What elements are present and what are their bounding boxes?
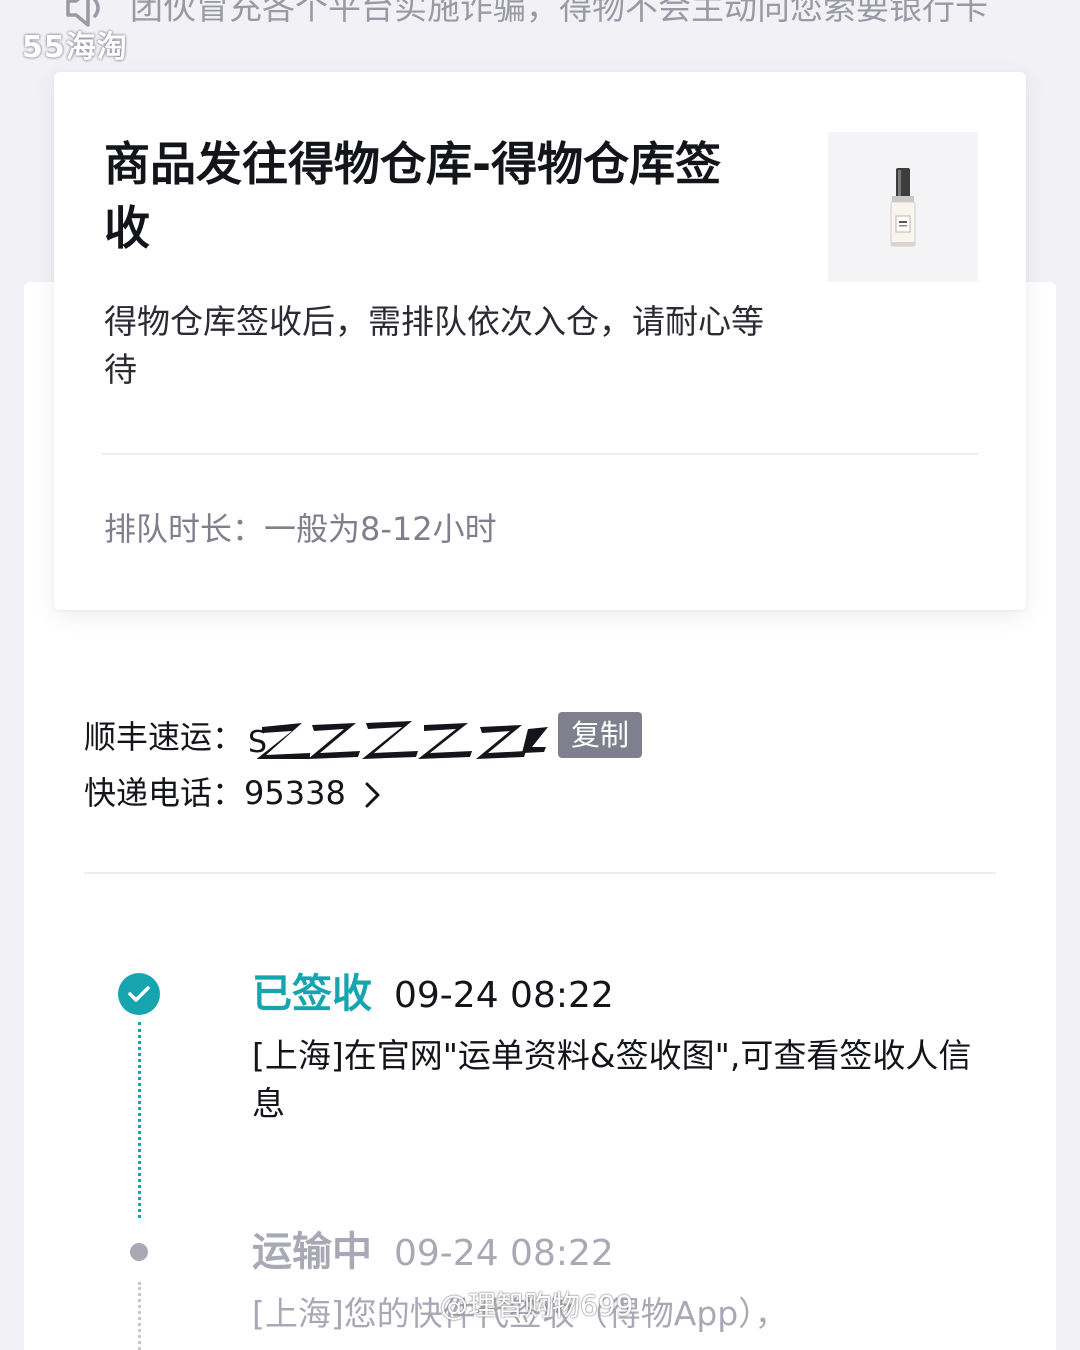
queue-label: 排队时长： bbox=[104, 510, 265, 548]
scribble-mark bbox=[256, 721, 549, 759]
delivered-check-icon bbox=[118, 973, 160, 1015]
courier-phone-value: 95338 bbox=[244, 774, 346, 812]
chevron-right-icon bbox=[365, 782, 380, 808]
timeline-status: 运输中 bbox=[252, 1229, 372, 1275]
redacted-tracking-number: S bbox=[248, 721, 549, 759]
courier-phone-label: 快递电话： bbox=[84, 774, 245, 812]
status-description: 得物仓库签收后，需排队依次入仓，请耐心等待 bbox=[104, 302, 764, 389]
timeline-time: 09-24 08:22 bbox=[394, 975, 614, 1016]
watermark-text: @理智购物699 bbox=[440, 1289, 634, 1322]
logistics-page: 团伙冒充各个平台实施诈骗，得物不会主动向您索要银行卡 55海淘 商品发往得物仓库… bbox=[0, 0, 1080, 1350]
watermark-logo: 55海淘 bbox=[22, 30, 128, 65]
timeline-dot-icon bbox=[130, 1243, 148, 1261]
courier-info: 顺丰速运： S 复制 快递电话：95338 bbox=[84, 712, 642, 824]
notice-text: 团伙冒充各个平台实施诈骗，得物不会主动向您索要银行卡 bbox=[130, 0, 988, 27]
timeline-connector bbox=[138, 1282, 141, 1350]
perfume-bottle-image bbox=[890, 168, 916, 247]
timeline-connector bbox=[138, 1022, 141, 1218]
courier-company-label: 顺丰速运： bbox=[84, 718, 245, 756]
courier-phone-row[interactable]: 快递电话：95338 bbox=[84, 768, 550, 824]
card-divider bbox=[102, 453, 978, 455]
fraud-notice-banner[interactable]: 团伙冒充各个平台实施诈骗，得物不会主动向您索要银行卡 bbox=[0, 0, 1080, 38]
tracking-row: 顺丰速运： S 复制 bbox=[84, 712, 642, 768]
queue-value: 一般为8-12小时 bbox=[264, 510, 497, 548]
timeline-description: [上海]在官网"运单资料&签收图",可查看签收人信息 bbox=[252, 1036, 972, 1123]
queue-duration: 排队时长：一般为8-12小时 bbox=[104, 504, 497, 550]
status-card: 商品发往得物仓库-得物仓库签收 得物仓库签收后，需排队依次入仓，请耐心等待 排队… bbox=[54, 72, 1026, 610]
timeline-item: 已签收 09-24 08:22 [上海]在官网"运单资料&签收图",可查看签收人信… bbox=[252, 964, 992, 1128]
status-title: 商品发往得物仓库-得物仓库签收 bbox=[104, 137, 722, 255]
check-icon bbox=[128, 986, 150, 1002]
product-thumbnail[interactable] bbox=[828, 132, 978, 282]
copy-button[interactable]: 复制 bbox=[558, 712, 642, 758]
courier-divider bbox=[84, 872, 996, 874]
timeline-time: 09-24 08:22 bbox=[394, 1233, 614, 1274]
timeline-status: 已签收 bbox=[252, 971, 372, 1017]
